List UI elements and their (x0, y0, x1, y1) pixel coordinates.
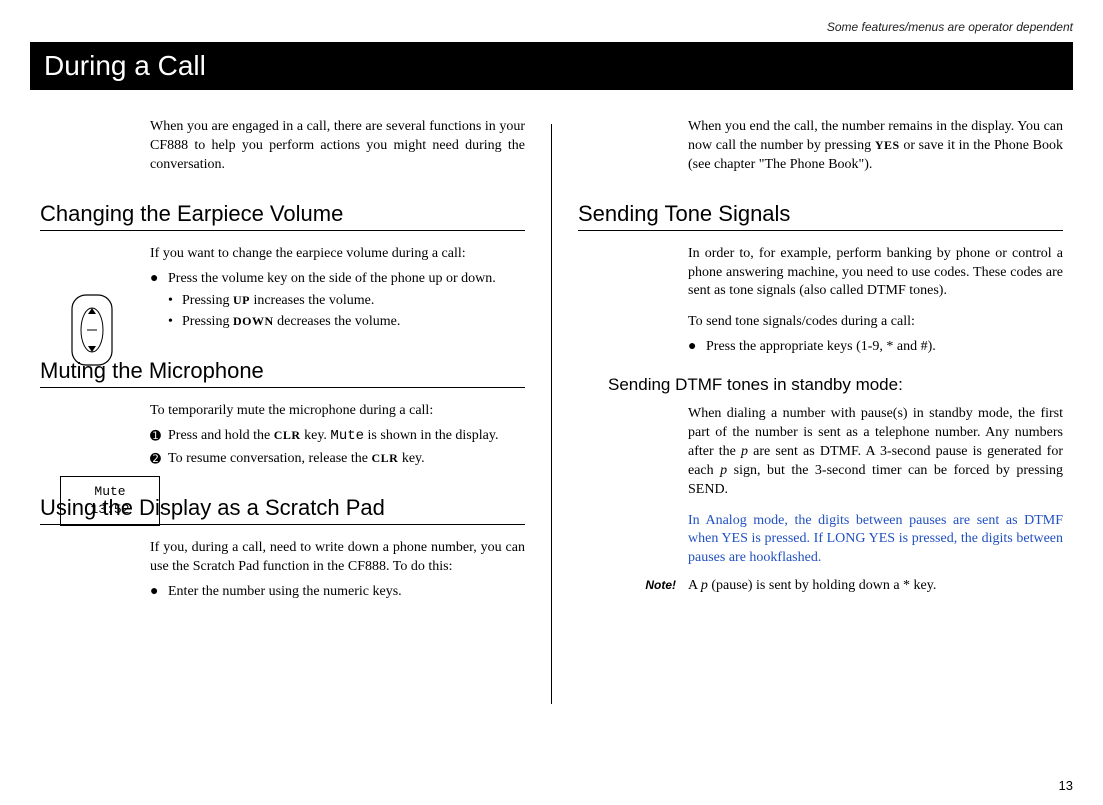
subheading-dtmf-standby: Sending DTMF tones in standby mode: (608, 375, 1063, 395)
heading-earpiece-volume: Changing the Earpiece Volume (40, 201, 525, 231)
text: Pressing (182, 293, 233, 308)
tone-lead-block: To send tone signals/codes during a call… (688, 313, 1063, 357)
volume-key-illustration (60, 290, 130, 370)
display-line-2: 13:52 (63, 501, 157, 519)
tone-lead: To send tone signals/codes during a call… (688, 313, 1063, 332)
step-text: To resume conversation, release the CLR … (168, 450, 525, 469)
analog-mode-note: In Analog mode, the digits between pause… (688, 512, 1063, 569)
text: key. (398, 451, 424, 466)
scratch-lead: If you, during a call, need to write dow… (150, 539, 525, 577)
text: decreases the volume. (274, 314, 401, 329)
bullet-icon: ● (150, 270, 168, 289)
tone-bullet-1: ● Press the appropriate keys (1-9, * and… (688, 338, 1063, 357)
mono-mute: Mute (330, 428, 364, 444)
scratch-content: If you, during a call, need to write dow… (150, 539, 525, 602)
text: A (688, 578, 701, 593)
note-label: Note! (578, 578, 688, 594)
note-body: A p (pause) is sent by holding down a * … (688, 578, 1063, 594)
display-line-1: Mute (63, 483, 157, 501)
earpiece-lead: If you want to change the earpiece volum… (150, 245, 525, 264)
key-yes: YES (875, 138, 900, 152)
intro-paragraph: When you are engaged in a call, there ar… (150, 118, 525, 175)
bullet-text: Enter the number using the numeric keys. (168, 583, 525, 602)
muting-step-1: ➊ Press and hold the CLR key. Mute is sh… (150, 427, 525, 446)
muting-step-2: ➋ To resume conversation, release the CL… (150, 450, 525, 469)
bullet-icon: • (168, 292, 182, 311)
page-title: During a Call (30, 42, 1073, 90)
step-icon: ➊ (150, 427, 168, 446)
text: key. (301, 428, 331, 443)
right-column: When you end the call, the number remain… (552, 118, 1073, 704)
bullet-text: Pressing UP increases the volume. (182, 292, 374, 311)
text: is shown in the display. (364, 428, 498, 443)
earpiece-sub-1: • Pressing UP increases the volume. (168, 292, 525, 311)
bullet-icon: ● (688, 338, 706, 357)
bullet-icon: • (168, 313, 182, 332)
left-column: When you are engaged in a call, there ar… (30, 118, 551, 704)
bullet-text: Pressing DOWN decreases the volume. (182, 313, 400, 332)
note-row: Note! A p (pause) is sent by holding dow… (578, 578, 1063, 594)
earpiece-bullet-1: ● Press the volume key on the side of th… (150, 270, 525, 289)
page-number: 13 (1059, 778, 1073, 793)
tone-p1: In order to, for example, perform bankin… (688, 245, 1063, 302)
p-var: p (741, 444, 748, 459)
step-text: Press and hold the CLR key. Mute is show… (168, 427, 525, 446)
earpiece-content: If you want to change the earpiece volum… (150, 245, 525, 333)
text: Press and hold the (168, 428, 274, 443)
key-up: UP (233, 293, 250, 307)
bullet-text: Press the volume key on the side of the … (168, 270, 525, 289)
key-clr: CLR (274, 428, 301, 442)
text: increases the volume. (250, 293, 374, 308)
scratch-bullet-1: ● Enter the number using the numeric key… (150, 583, 525, 602)
dtmf-p2: When dialing a number with pause(s) in s… (688, 405, 1063, 499)
header-note: Some features/menus are operator depende… (30, 20, 1073, 34)
bullet-icon: ● (150, 583, 168, 602)
text: To resume conversation, release the (168, 451, 372, 466)
heading-tone-signals: Sending Tone Signals (578, 201, 1063, 231)
right-intro: When you end the call, the number remain… (688, 118, 1063, 175)
step-icon: ➋ (150, 450, 168, 469)
key-clr: CLR (372, 451, 399, 465)
text: Pressing (182, 314, 233, 329)
earpiece-sub-2: • Pressing DOWN decreases the volume. (168, 313, 525, 332)
muting-content: To temporarily mute the microphone durin… (150, 402, 525, 469)
mute-display-illustration: Mute 13:52 (60, 476, 160, 526)
key-down: DOWN (233, 314, 274, 328)
muting-lead: To temporarily mute the microphone durin… (150, 402, 525, 421)
p-var: p (701, 578, 708, 593)
content-columns: When you are engaged in a call, there ar… (30, 118, 1073, 704)
bullet-text: Press the appropriate keys (1-9, * and #… (706, 338, 1063, 357)
text: (pause) is sent by holding down a * key. (708, 578, 937, 593)
text: sign, but the 3-second timer can be forc… (688, 463, 1063, 497)
